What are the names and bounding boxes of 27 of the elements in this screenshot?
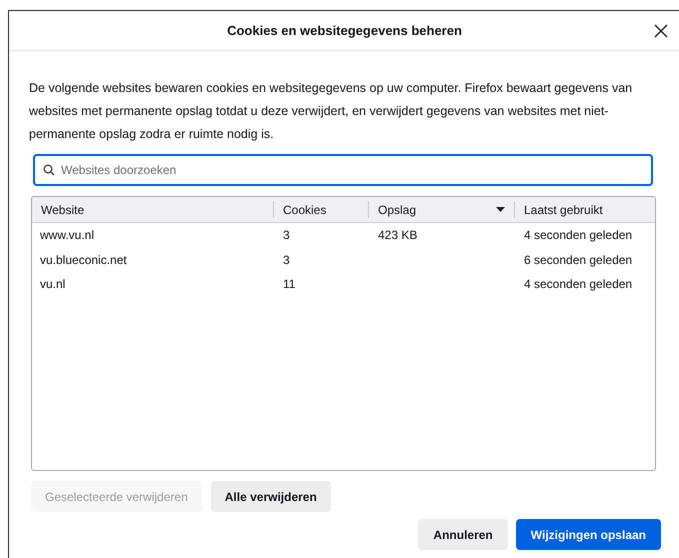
description-text: De volgende websites bewaren cookies en websitegegevens op uw computer. Firefox bewaart gegevens van websites met permanente opslag totdat u deze verwijdert, en verwijdert gegevens van websites met niet-permanente opslag zodra er ruimte nodig is. [29, 80, 634, 143]
save-button[interactable]: Wijzigingen opslaan [516, 519, 661, 550]
table-cell: 3 [283, 228, 290, 242]
table-row[interactable]: www.vu.nl 3 423 KB 4 seconden geleden [32, 223, 655, 248]
table-row[interactable]: vu.nl 11 4 seconden geleden [32, 272, 655, 296]
search-field[interactable]: Websites doorzoeken [33, 154, 653, 186]
close-icon [654, 24, 668, 38]
table-cell: 11 [283, 277, 296, 292]
remove-button[interactable]: Alle verwijderen [210, 481, 331, 512]
table-row[interactable]: vu.blueconic.net 3 6 seconden geleden [32, 248, 655, 272]
table-cell: 3 [283, 252, 290, 267]
column-header[interactable]: Opslag [368, 201, 514, 218]
table-cell: 423 KB [378, 228, 418, 242]
table-cell: www.vu.nl [40, 228, 94, 242]
search-icon [43, 164, 55, 176]
dialog-title: Cookies en websitegegevens beheren [227, 22, 462, 40]
cancel-button[interactable]: Annuleren [418, 519, 508, 550]
table-cell: vu.blueconic.net [40, 252, 127, 267]
table-cell: vu.nl [40, 277, 66, 292]
table-cell: 6 seconden geleden [524, 252, 632, 267]
sort-descending-icon [496, 207, 505, 212]
column-header[interactable]: Cookies [273, 201, 368, 218]
column-header[interactable]: Website [32, 197, 273, 222]
close-button[interactable] [652, 22, 670, 40]
table-cell: 4 seconden geleden [524, 277, 632, 292]
column-header[interactable]: Laatst gebruikt [514, 201, 655, 218]
table-cell: 4 seconden geleden [524, 228, 632, 242]
